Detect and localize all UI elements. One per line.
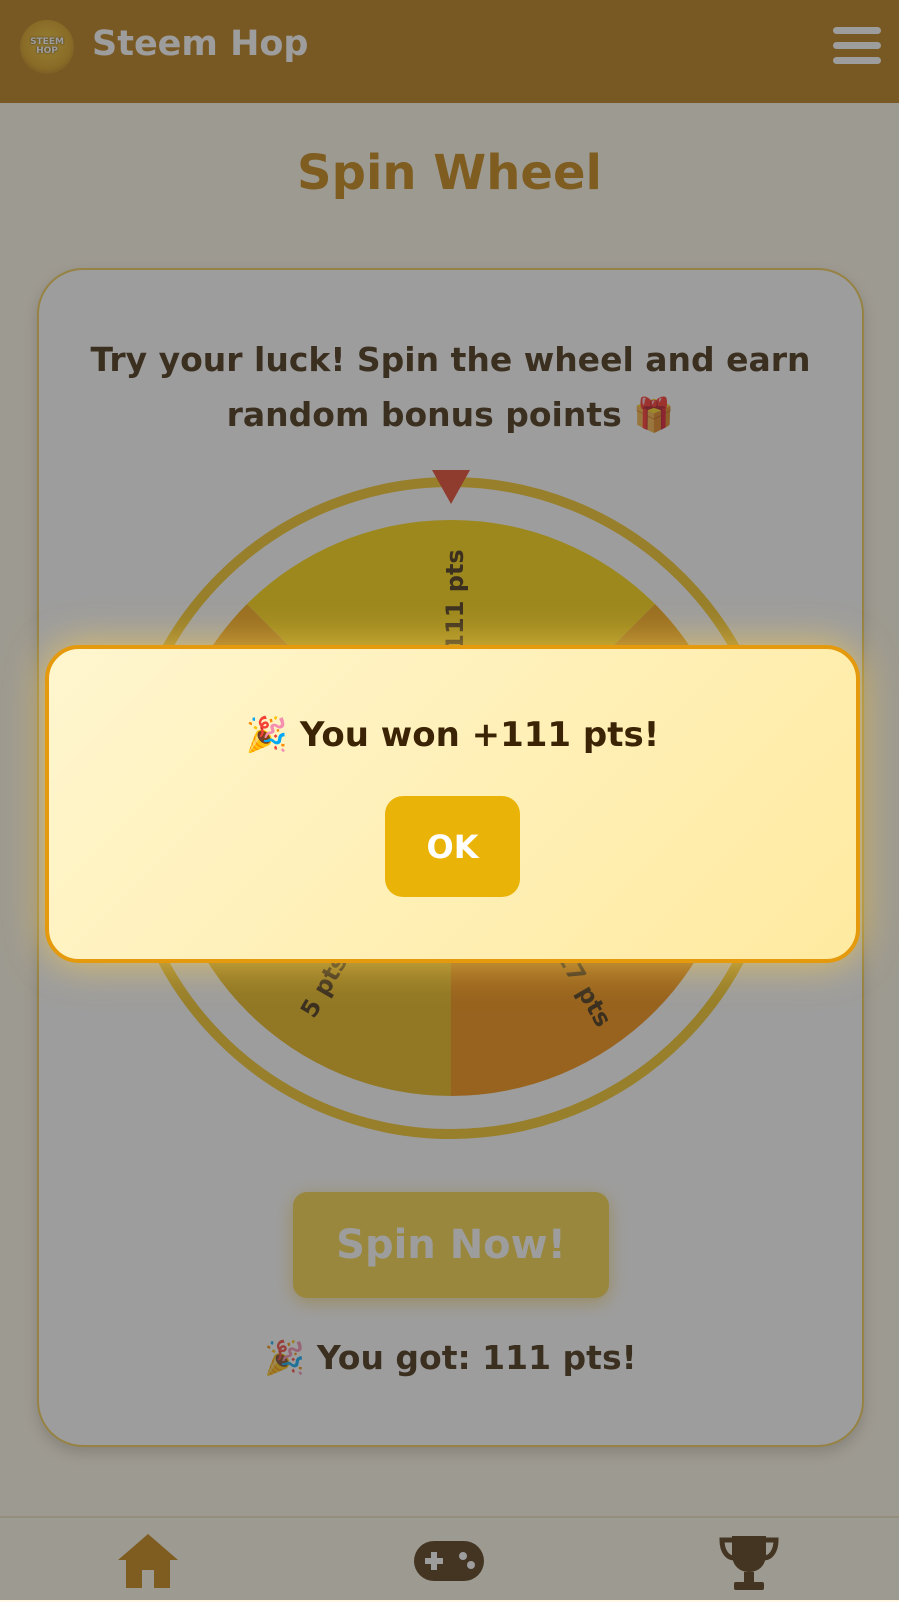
ok-button[interactable]: OK [385, 796, 520, 897]
modal-backdrop-top [0, 0, 899, 103]
win-message: 🎉 You won +111 pts! [245, 715, 660, 755]
win-modal: 🎉 You won +111 pts! OK [45, 645, 860, 963]
